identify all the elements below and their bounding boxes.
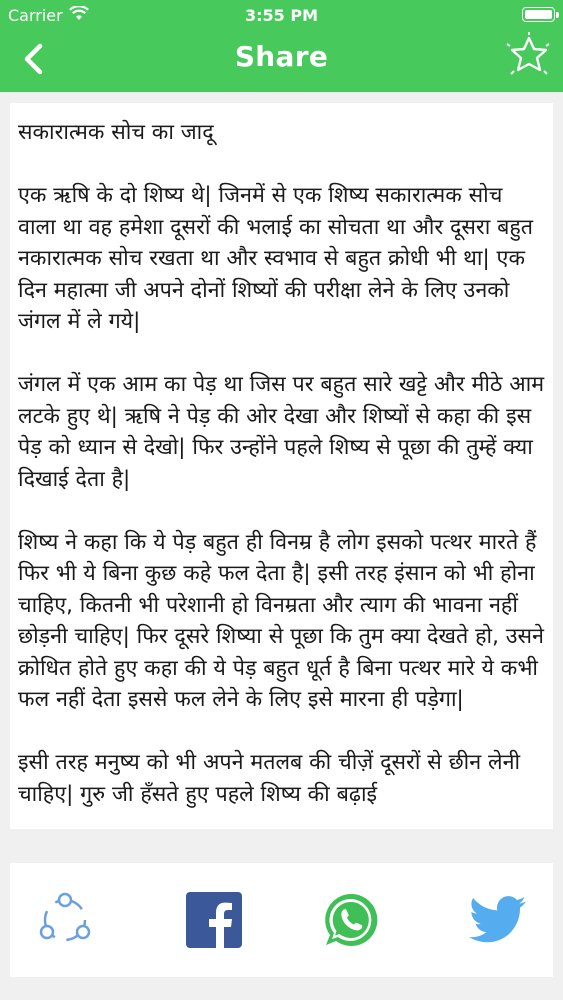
share-button[interactable] [33,888,97,952]
facebook-share-button[interactable] [182,888,246,952]
story-paragraph: इसी तरह मनुष्य को भी अपने मतलब की चीज़ें… [18,750,521,807]
status-bar: Carrier 3:55 PM [0,0,563,30]
status-time: 3:55 PM [244,6,318,25]
battery-icon [522,7,559,22]
share-icon [39,892,91,942]
page-title: Share [234,40,329,73]
story-paragraph: जंगल में एक आम का पेड़ था जिस पर बहुत सा… [18,372,545,492]
story-text: सकारात्मक सोच का जादू एक ऋषि के दो शिष्य… [10,103,553,810]
whatsapp-icon [325,893,378,946]
story-paragraph: शिष्य ने कहा कि ये पेड़ बहुत ही विनम्र ह… [18,529,544,713]
share-bar [10,863,553,977]
favorite-button[interactable] [505,32,551,78]
twitter-icon [469,896,527,943]
story-paragraph: एक ऋषि के दो शिष्य थे| जिनमें से एक शिष्… [18,183,534,334]
navigation-header: Carrier 3:55 PM Share [0,0,563,92]
whatsapp-share-button[interactable] [319,888,383,952]
story-content-card[interactable]: सकारात्मक सोच का जादू एक ऋषि के दो शिष्य… [10,103,553,829]
twitter-share-button[interactable] [466,888,530,952]
story-title: सकारात्मक सोच का जादू [18,120,214,145]
facebook-icon [186,892,242,948]
star-sparkle-icon [506,32,550,75]
